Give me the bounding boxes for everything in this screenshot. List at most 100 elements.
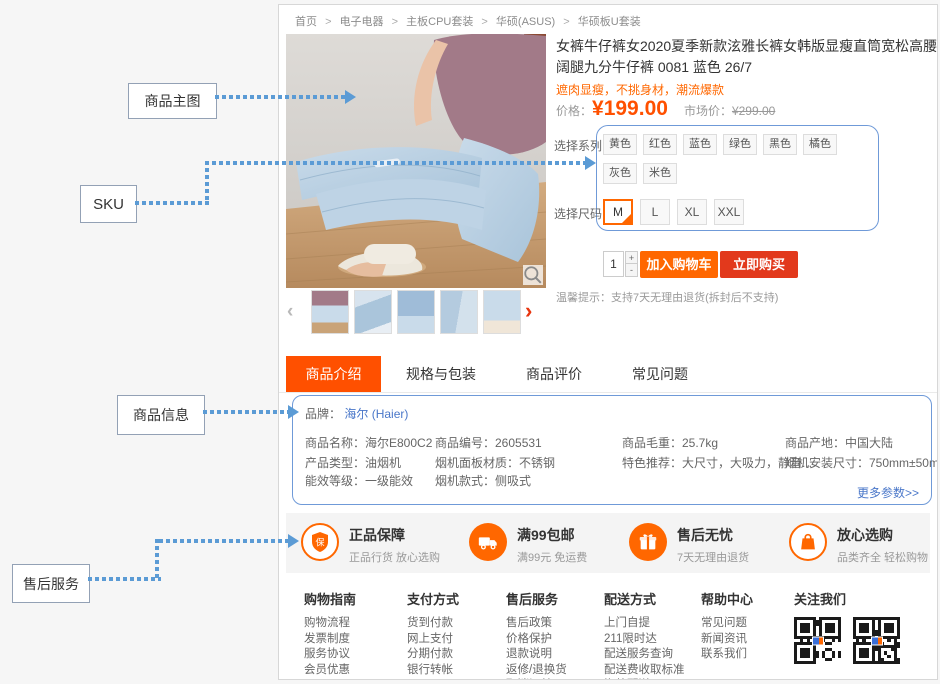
return-policy-tip: 温馨提示：支持7天无理由退货(拆封后不支持) bbox=[556, 289, 778, 305]
breadcrumb-subcategory[interactable]: 主板CPU套装 bbox=[406, 16, 473, 28]
annotation-arrow-line bbox=[135, 201, 209, 205]
series-option-red[interactable]: 红色 bbox=[643, 134, 677, 155]
series-option-beige[interactable]: 米色 bbox=[643, 163, 677, 184]
footer-link[interactable]: 配送费收取标准 bbox=[604, 663, 685, 679]
size-option-xl[interactable]: XL bbox=[677, 199, 707, 225]
footer-link[interactable]: 会员优惠 bbox=[304, 663, 356, 679]
series-option-yellow[interactable]: 黄色 bbox=[603, 134, 637, 155]
annotation-arrow-line bbox=[205, 161, 585, 165]
breadcrumb-home[interactable]: 首页 bbox=[295, 16, 317, 28]
service-desc: 品类齐全 轻松购物 bbox=[837, 549, 928, 565]
footer-link[interactable]: 联系我们 bbox=[701, 647, 753, 663]
service-free-shipping: 满99包邮 满99元 免运费 bbox=[469, 523, 587, 565]
thumbnail-4[interactable] bbox=[440, 290, 478, 334]
service-title: 售后无忧 bbox=[677, 525, 749, 545]
breadcrumb-separator: > bbox=[481, 16, 487, 28]
footer-link[interactable]: 配送服务查询 bbox=[604, 647, 685, 663]
zoom-magnifier-icon[interactable] bbox=[523, 265, 543, 285]
footer-link[interactable]: 货到付款 bbox=[407, 616, 459, 632]
market-price-value: ¥299.00 bbox=[732, 104, 775, 118]
footer-column-title: 购物指南 bbox=[304, 589, 356, 608]
service-desc: 正品行货 放心选购 bbox=[349, 549, 440, 565]
quantity-decrease-button[interactable]: - bbox=[625, 264, 638, 277]
footer-link[interactable]: 售后政策 bbox=[506, 616, 567, 632]
info-hood-style: 烟机款式：侧吸式 bbox=[435, 472, 531, 489]
annotation-arrow-line bbox=[159, 539, 288, 543]
footer-column-title: 售后服务 bbox=[506, 589, 567, 608]
qr-code bbox=[794, 617, 841, 664]
footer-column-title: 支付方式 bbox=[407, 589, 459, 608]
price-value: ¥199.00 bbox=[592, 97, 668, 121]
price-label: 价格： bbox=[556, 102, 592, 119]
footer-link[interactable]: 分期付款 bbox=[407, 647, 459, 663]
series-option-blue[interactable]: 蓝色 bbox=[683, 134, 717, 155]
series-option-black[interactable]: 黑色 bbox=[763, 134, 797, 155]
thumbnails-next-button[interactable]: › bbox=[525, 289, 532, 333]
series-options: 黄色 红色 蓝色 绿色 黑色 橘色 灰色 米色 bbox=[603, 134, 845, 192]
shopping-bag-icon bbox=[789, 523, 827, 561]
tab-reviews[interactable]: 商品评价 bbox=[501, 356, 607, 392]
footer-link[interactable]: 取消订单 bbox=[506, 678, 567, 680]
quantity-increase-button[interactable]: + bbox=[625, 251, 638, 264]
thumbnail-2[interactable] bbox=[354, 290, 392, 334]
annotation-product-info: 商品信息 bbox=[117, 395, 205, 435]
gift-icon bbox=[629, 523, 667, 561]
footer-column-title: 配送方式 bbox=[604, 589, 685, 608]
size-options: M L XL XXL bbox=[603, 199, 751, 225]
breadcrumb-category[interactable]: 电子电器 bbox=[340, 16, 384, 28]
series-option-gray[interactable]: 灰色 bbox=[603, 163, 637, 184]
tab-faq[interactable]: 常见问题 bbox=[607, 356, 713, 392]
annotation-arrow-line bbox=[88, 577, 161, 581]
thumbnail-1[interactable] bbox=[311, 290, 349, 334]
brand-link[interactable]: 海尔 (Haier) bbox=[344, 407, 408, 421]
service-title: 放心选购 bbox=[837, 525, 928, 545]
breadcrumb: 首页 > 电子电器 > 主板CPU套装 > 华硕(ASUS) > 华硕板U套装 bbox=[295, 13, 641, 29]
footer-link[interactable]: 价格保护 bbox=[506, 632, 567, 648]
footer-column-title: 关注我们 bbox=[794, 589, 912, 608]
annotation-arrowhead bbox=[288, 405, 299, 419]
service-authentic: 保 正品保障 正品行货 放心选购 bbox=[301, 523, 440, 565]
brand-label: 品牌： bbox=[305, 407, 341, 421]
more-params-link[interactable]: 更多参数>> bbox=[857, 484, 919, 501]
size-option-m-selected[interactable]: M bbox=[603, 199, 633, 225]
annotation-arrow-line bbox=[205, 161, 209, 205]
tab-spec-packaging[interactable]: 规格与包装 bbox=[381, 356, 501, 392]
breadcrumb-separator: > bbox=[392, 16, 398, 28]
service-worry-free: 放心选购 品类齐全 轻松购物 bbox=[789, 523, 928, 565]
footer-link[interactable]: 返修/退换货 bbox=[506, 663, 567, 679]
buy-now-button[interactable]: 立即购买 bbox=[720, 251, 798, 278]
footer-link[interactable]: 上门自提 bbox=[604, 616, 685, 632]
footer-column-delivery: 配送方式 上门自提 211限时达 配送服务查询 配送费收取标准 海外配送 bbox=[604, 589, 685, 680]
annotation-main-image: 商品主图 bbox=[128, 83, 217, 119]
quantity-input[interactable] bbox=[603, 251, 624, 277]
qr-code bbox=[853, 617, 900, 664]
footer-link[interactable]: 海外配送 bbox=[604, 678, 685, 680]
breadcrumb-brand[interactable]: 华硕(ASUS) bbox=[496, 16, 555, 28]
footer-link[interactable]: 发票制度 bbox=[304, 632, 356, 648]
info-install-size: 烟机安装尺寸：750mm±50mm（烟... bbox=[785, 454, 938, 471]
footer-link[interactable]: 服务协议 bbox=[304, 647, 356, 663]
footer-link[interactable]: 网上支付 bbox=[407, 632, 459, 648]
service-desc: 满99元 免运费 bbox=[517, 549, 587, 565]
footer-link[interactable]: 银行转帐 bbox=[407, 663, 459, 679]
footer-link[interactable]: 购物流程 bbox=[304, 616, 356, 632]
tab-product-intro[interactable]: 商品介绍 bbox=[286, 356, 381, 392]
footer-link[interactable]: 退款说明 bbox=[506, 647, 567, 663]
footer-link[interactable]: 211限时达 bbox=[604, 632, 685, 648]
product-promo-text: 遮肉显瘦，不挑身材，潮流爆款 bbox=[556, 81, 724, 98]
info-features: 特色推荐：大尺寸，大吸力，静音... bbox=[622, 454, 812, 471]
thumbnails-prev-button[interactable]: ‹ bbox=[287, 290, 293, 334]
size-option-l[interactable]: L bbox=[640, 199, 670, 225]
thumbnail-5[interactable] bbox=[483, 290, 521, 334]
annotation-arrow-line bbox=[215, 95, 345, 99]
thumbnail-3[interactable] bbox=[397, 290, 435, 334]
footer-link[interactable]: 新闻资讯 bbox=[701, 632, 753, 648]
series-option-orange[interactable]: 橘色 bbox=[803, 134, 837, 155]
footer-column-shopping-guide: 购物指南 购物流程 发票制度 服务协议 会员优惠 bbox=[304, 589, 356, 678]
truck-icon bbox=[469, 523, 507, 561]
shield-badge-icon: 保 bbox=[301, 523, 339, 561]
add-to-cart-button[interactable]: 加入购物车 bbox=[640, 251, 718, 278]
series-option-green[interactable]: 绿色 bbox=[723, 134, 757, 155]
size-option-xxl[interactable]: XXL bbox=[714, 199, 744, 225]
footer-link[interactable]: 常见问题 bbox=[701, 616, 753, 632]
